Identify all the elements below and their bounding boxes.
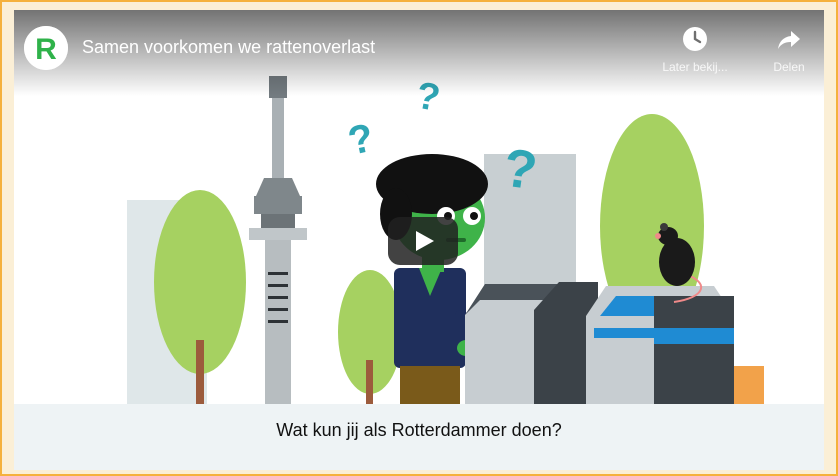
share-label: Delen bbox=[773, 60, 805, 74]
video-title[interactable]: Samen voorkomen we rattenoverlast bbox=[82, 37, 375, 58]
waste-containers bbox=[465, 271, 764, 404]
player-top-bar: R Samen voorkomen we rattenoverlast Late… bbox=[14, 10, 824, 96]
share-arrow-icon bbox=[778, 31, 800, 49]
channel-logo-letter: R bbox=[35, 33, 57, 66]
clock-icon bbox=[683, 27, 707, 51]
channel-logo-icon: R bbox=[24, 26, 68, 70]
channel-logo[interactable]: R bbox=[24, 26, 68, 70]
watch-later-button[interactable]: Later bekij... bbox=[650, 26, 740, 74]
share-button[interactable]: Delen bbox=[744, 26, 824, 74]
question-mark-icon: ? bbox=[344, 116, 377, 164]
watch-later-label: Later bekij... bbox=[662, 60, 728, 74]
play-button[interactable] bbox=[388, 217, 458, 265]
play-icon bbox=[416, 231, 434, 251]
video-player[interactable]: ? ? ? R Samen voorkomen we rattenoverlas… bbox=[14, 10, 824, 404]
caption-text: Wat kun jij als Rotterdammer doen? bbox=[276, 420, 562, 440]
euromast-tower bbox=[249, 76, 307, 404]
tree-middle bbox=[338, 270, 402, 404]
caption-area: Wat kun jij als Rotterdammer doen? bbox=[14, 404, 824, 470]
